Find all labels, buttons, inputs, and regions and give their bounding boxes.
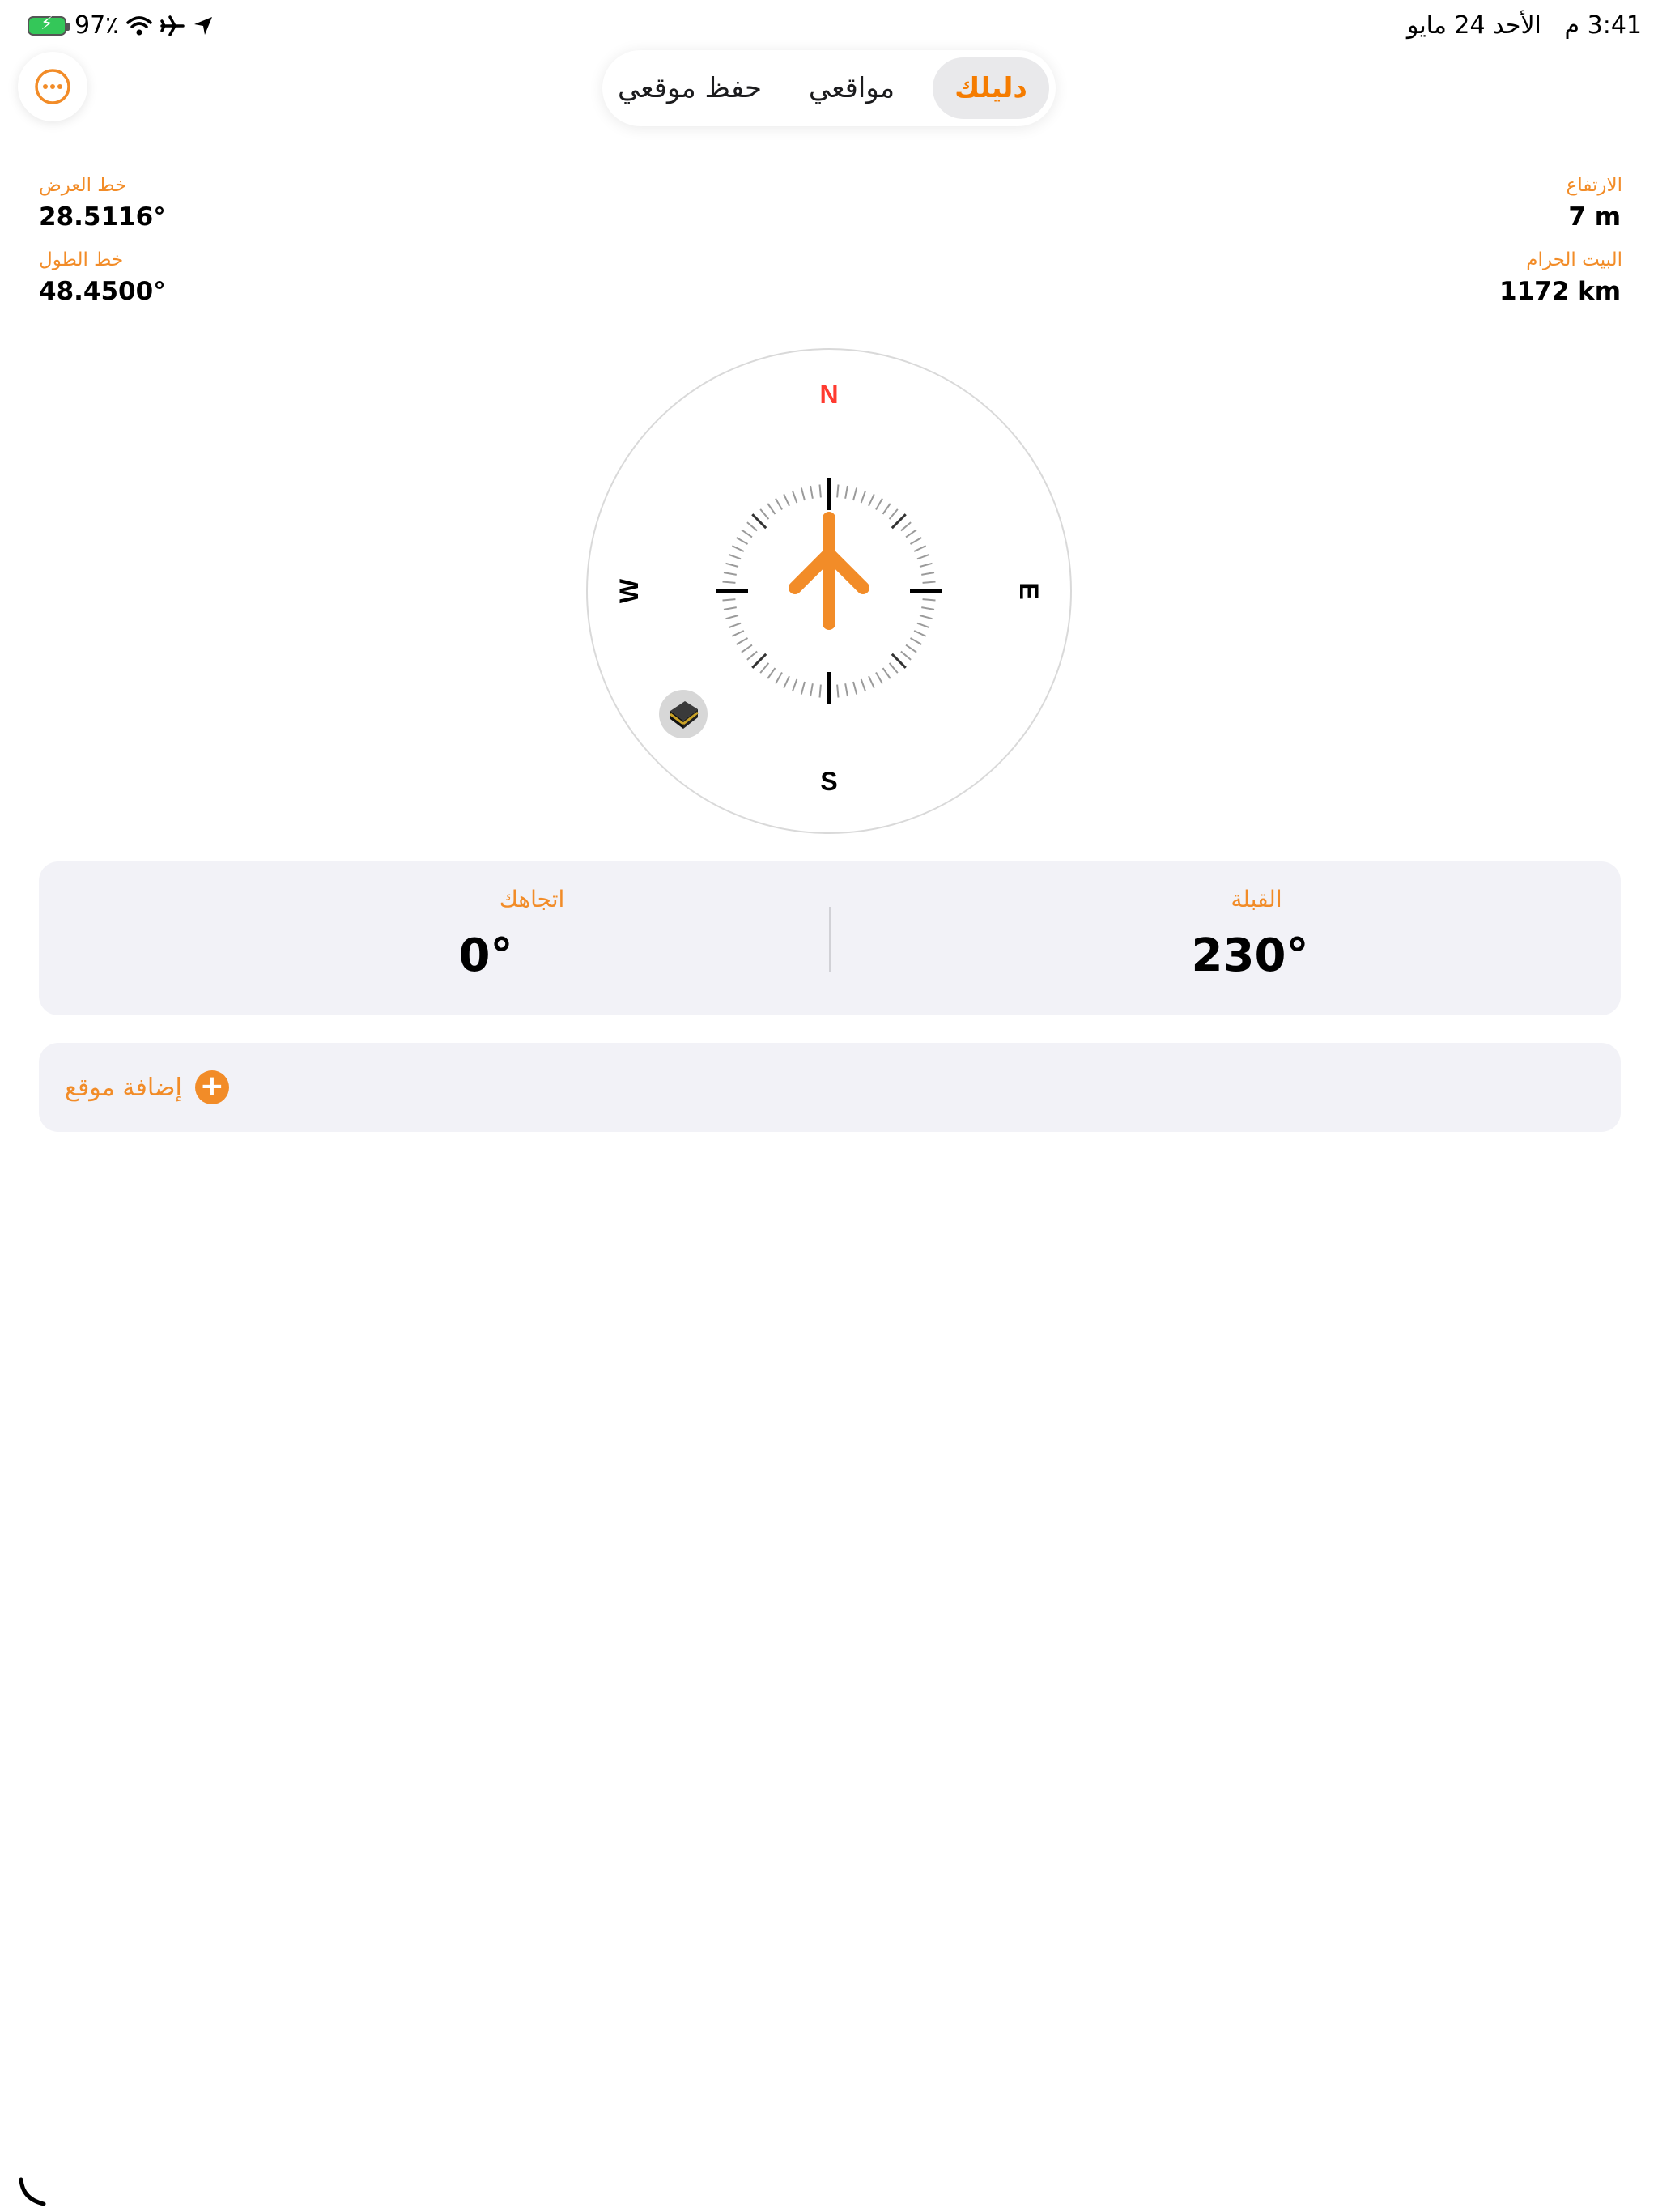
battery-icon: ⚡ — [28, 14, 70, 36]
qibla-label: القبلة — [1231, 886, 1282, 912]
altitude-label: الارتفاع — [1566, 175, 1622, 196]
compass-tick — [722, 598, 736, 602]
longitude-value: 48.4500° — [39, 277, 166, 306]
plus-circle-icon: + — [194, 1070, 229, 1104]
airplane-icon — [160, 15, 185, 36]
direction-label: اتجاهك — [499, 886, 565, 912]
compass-tick — [922, 581, 936, 584]
qibla-value: 230° — [1191, 929, 1309, 982]
kaaba-marker — [659, 690, 708, 738]
segmented-control: حفظ موقعي مواقعي دليلك — [602, 50, 1056, 126]
status-indicators: ⚡ 97٪ — [28, 11, 214, 40]
kaaba-distance-label: البيت الحرام — [1526, 249, 1622, 270]
tab-my-locations[interactable]: مواقعي — [783, 57, 920, 119]
longitude-label: خط الطول — [39, 249, 124, 270]
compass-tick — [818, 684, 822, 698]
altitude-value: 7 m — [1568, 202, 1621, 232]
add-location-label: إضافة موقع — [65, 1073, 182, 1102]
corner-indicator-icon — [19, 2177, 46, 2206]
compass-tick — [818, 484, 822, 498]
compass-tick — [722, 581, 736, 584]
wifi-icon — [126, 15, 153, 35]
compass-west-label: W — [614, 578, 644, 603]
compass-east-label: E — [1014, 582, 1044, 599]
add-location-button[interactable]: + إضافة موقع — [39, 1043, 1621, 1132]
compass-north-label: N — [819, 380, 838, 409]
tab-save-location[interactable]: حفظ موقعي — [609, 57, 771, 119]
more-options-button[interactable] — [18, 52, 87, 121]
status-time-date: 3:41 م الأحد 24 مايو — [1407, 11, 1642, 40]
tab-guide[interactable]: دليلك — [933, 57, 1049, 119]
card-divider — [829, 907, 831, 972]
compass-south-label: S — [820, 767, 837, 796]
direction-value: 0° — [458, 929, 513, 982]
latitude-value: 28.5116° — [39, 202, 166, 232]
headings-card: اتجاهك 0° القبلة 230° — [39, 861, 1621, 1015]
status-date: الأحد 24 مايو — [1406, 11, 1541, 40]
status-time: 3:41 م — [1564, 11, 1643, 40]
battery-percent: 97٪ — [74, 11, 119, 40]
compass-tick — [836, 484, 840, 498]
compass-tick — [836, 684, 840, 698]
location-arrow-icon — [194, 16, 213, 35]
compass-tick — [922, 598, 936, 602]
latitude-label: خط العرض — [39, 175, 127, 196]
kaaba-distance-value: 1172 km — [1499, 277, 1621, 306]
compass: N S E W — [586, 348, 1072, 834]
ellipsis-circle-icon — [35, 69, 70, 104]
